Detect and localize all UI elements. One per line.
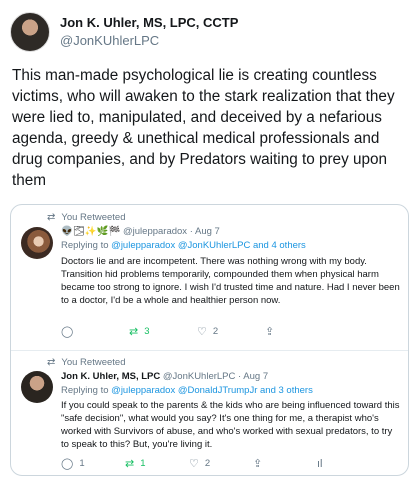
retweet-small-icon: ⇄ — [47, 212, 56, 223]
action-bar: ◯ 1 ⇄ 1 ♡ 2 ⇪ ıl — [61, 457, 381, 471]
reply-button[interactable]: ◯ 1 — [61, 457, 125, 470]
author-handle[interactable]: @JonKUhlerLPC — [60, 33, 159, 48]
heart-icon: ♡ — [197, 326, 207, 338]
retweeted-label: You Retweeted — [61, 357, 126, 368]
share-button[interactable]: ⇪ — [253, 457, 317, 470]
replying-prefix: Replying to — [61, 385, 109, 396]
others-link[interactable]: and 3 others — [260, 385, 313, 396]
reply-tweet[interactable]: ⇄ You Retweeted Jon K. Uhler, MS, LPC @J… — [11, 351, 408, 475]
tweet-header: Jon K. Uhler, MS, LPC, CCTP @JonKUhlerLP… — [10, 12, 410, 56]
tweet-text: This man-made psychological lie is creat… — [12, 67, 395, 189]
mention-links[interactable]: @julepparadox @JonKUhlerLPC — [111, 240, 250, 251]
mention-links[interactable]: @julepparadox @DonaldJTrumpJr — [111, 385, 257, 396]
reply-text: Doctors lie and are incompetent. There w… — [61, 256, 400, 306]
display-name[interactable]: 👽🌫✨🌿🏁 — [61, 226, 120, 237]
others-link[interactable]: and 4 others — [253, 240, 306, 251]
reply-tweet[interactable]: ⇄ You Retweeted 👽🌫✨🌿🏁 @julepparadox · Au… — [11, 205, 408, 351]
retweet-icon: ⇄ — [129, 326, 139, 338]
reply-count: 1 — [79, 458, 85, 469]
reply-button[interactable]: ◯ — [61, 325, 129, 338]
share-icon: ⇪ — [265, 326, 275, 338]
retweet-button[interactable]: ⇄ 3 — [129, 325, 197, 338]
retweeted-indicator: ⇄ You Retweeted — [47, 212, 125, 223]
display-name[interactable]: Jon K. Uhler, MS, LPC — [61, 371, 160, 382]
timestamp[interactable]: · Aug 7 — [190, 226, 220, 237]
avatar[interactable] — [10, 12, 50, 52]
retweet-icon: ⇄ — [125, 458, 135, 470]
like-button[interactable]: ♡ 2 — [197, 325, 265, 338]
avatar[interactable] — [21, 227, 53, 259]
share-icon: ⇪ — [253, 458, 263, 470]
reply-icon: ◯ — [61, 458, 74, 470]
timestamp[interactable]: · Aug 7 — [238, 371, 268, 382]
like-count: 2 — [212, 326, 219, 337]
avatar[interactable] — [21, 371, 53, 403]
analytics-icon: ıl — [317, 457, 323, 470]
author-name[interactable]: Jon K. Uhler, MS, LPC, CCTP — [60, 15, 238, 30]
reply-thread: ⇄ You Retweeted 👽🌫✨🌿🏁 @julepparadox · Au… — [10, 204, 409, 476]
reply-meta: 👽🌫✨🌿🏁 @julepparadox · Aug 7 — [61, 226, 220, 237]
action-bar: ◯ ⇄ 3 ♡ 2 ⇪ — [61, 325, 381, 338]
reply-text: If you could speak to the parents & the … — [61, 400, 400, 450]
replying-to: Replying to @julepparadox @JonKUhlerLPC … — [61, 240, 306, 251]
handle[interactable]: @julepparadox — [123, 226, 187, 237]
like-count: 2 — [204, 458, 211, 469]
reply-icon: ◯ — [61, 326, 74, 338]
replying-prefix: Replying to — [61, 240, 109, 251]
retweet-small-icon: ⇄ — [47, 357, 56, 368]
retweet-button[interactable]: ⇄ 1 — [125, 457, 189, 470]
handle[interactable]: @JonKUhlerLPC — [163, 371, 235, 382]
analytics-button[interactable]: ıl — [317, 457, 381, 470]
retweeted-label: You Retweeted — [61, 212, 126, 223]
retweeted-indicator: ⇄ You Retweeted — [47, 357, 125, 368]
replying-to: Replying to @julepparadox @DonaldJTrumpJ… — [61, 385, 313, 396]
retweet-count: 3 — [144, 326, 150, 337]
reply-meta: Jon K. Uhler, MS, LPC @JonKUhlerLPC · Au… — [61, 371, 268, 382]
retweet-count: 1 — [140, 458, 146, 469]
heart-icon: ♡ — [189, 458, 199, 470]
like-button[interactable]: ♡ 2 — [189, 457, 253, 470]
share-button[interactable]: ⇪ — [265, 325, 333, 338]
